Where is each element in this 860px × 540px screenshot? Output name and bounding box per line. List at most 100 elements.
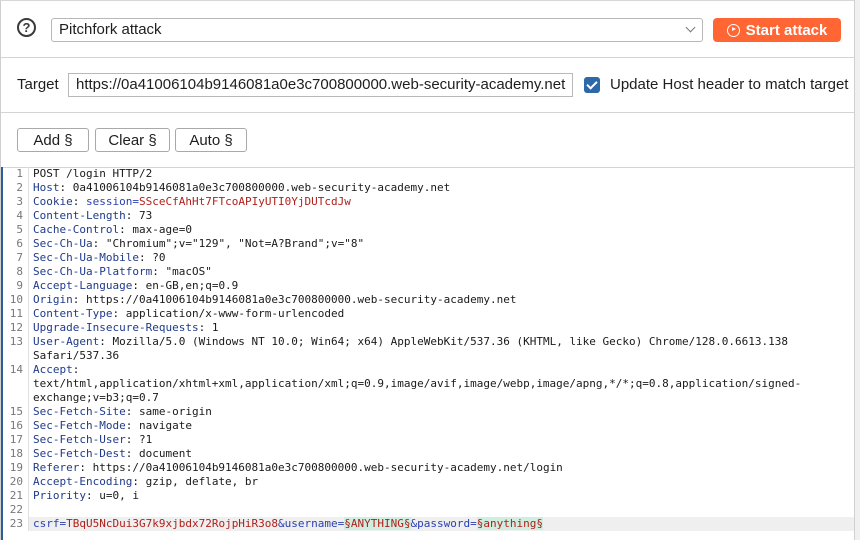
header-name: Origin — [33, 293, 73, 306]
header-value: "Chromium";v="129", "Not=A?Brand";v="8" — [99, 237, 365, 250]
header-separator: : — [72, 363, 80, 376]
request-line: 15 Sec-Fetch-Site: same-origin — [3, 405, 854, 419]
line-number: 7 — [3, 251, 29, 265]
header-name: User-Agent — [33, 335, 100, 348]
clear-markers-button[interactable]: Clear § — [95, 128, 170, 152]
play-circle-icon — [726, 23, 740, 37]
line-content — [29, 503, 33, 517]
intruder-positions-panel: ? Pitchfork attack Start attack Target h… — [0, 0, 855, 540]
header-separator: : — [152, 265, 159, 278]
line-content: Priority: u=0, i — [29, 489, 139, 503]
line-number: 2 — [3, 181, 29, 195]
payload-marker[interactable]: §ANYTHING§ — [344, 517, 411, 530]
request-line: 8 Sec-Ch-Ua-Platform: "macOS" — [3, 265, 854, 279]
update-host-label: Update Host header to match target — [610, 76, 849, 93]
line-number: 19 — [3, 461, 29, 475]
header-name: Referer — [33, 461, 80, 474]
request-line: 21 Priority: u=0, i — [3, 489, 854, 503]
request-line: 20 Accept-Encoding: gzip, deflate, br — [3, 475, 854, 489]
header-separator: : — [132, 279, 139, 292]
header-value: ?1 — [132, 433, 153, 446]
body-token: csrf= — [33, 517, 67, 530]
request-line-wrap: exchange;v=b3;q=0.7 — [3, 391, 854, 405]
line-number — [3, 391, 29, 405]
line-content: Upgrade-Insecure-Requests: 1 — [29, 321, 218, 335]
line-number — [3, 349, 29, 363]
line-number: 18 — [3, 447, 29, 461]
header-value: application/x-www-form-urlencoded — [119, 307, 345, 320]
line-number: 20 — [3, 475, 29, 489]
add-marker-button[interactable]: Add § — [17, 128, 89, 152]
request-line-wrap: text/html,application/xhtml+xml,applicat… — [3, 377, 854, 391]
header-name: Sec-Ch-Ua — [33, 237, 93, 250]
request-line-wrap: Safari/537.36 — [3, 349, 854, 363]
request-line: 9 Accept-Language: en-GB,en;q=0.9 — [3, 279, 854, 293]
target-label: Target — [17, 76, 59, 93]
line-number: 8 — [3, 265, 29, 279]
payload-marker[interactable]: §anything§ — [476, 517, 543, 530]
header-name: Cookie — [33, 195, 73, 208]
header-value: Mozilla/5.0 (Windows NT 10.0; Win64; x64… — [105, 335, 788, 348]
header-name: Upgrade-Insecure-Requests — [33, 321, 199, 334]
line-number: 4 — [3, 209, 29, 223]
attack-type-value: Pitchfork attack — [59, 21, 162, 38]
line-content: Origin: https://0a41006104b9146081a0e3c7… — [29, 293, 516, 307]
header-value: 1 — [205, 321, 219, 334]
line-content: Cookie: session=SSceCfAhHt7FTcoAPIyUTI0Y… — [29, 195, 351, 209]
header-name: Content-Type — [33, 307, 113, 320]
request-line: 7 Sec-Ch-Ua-Mobile: ?0 — [3, 251, 854, 265]
start-attack-button[interactable]: Start attack — [713, 18, 841, 42]
line-content: Safari/537.36 — [33, 349, 120, 362]
request-line: 18 Sec-Fetch-Dest: document — [3, 447, 854, 461]
line-content: Accept-Language: en-GB,en;q=0.9 — [29, 279, 238, 293]
line-number: 16 — [3, 419, 29, 433]
body-token: &password= — [410, 517, 477, 530]
line-number: 6 — [3, 237, 29, 251]
line-number: 9 — [3, 279, 29, 293]
attack-type-row: ? Pitchfork attack Start attack — [1, 1, 854, 58]
request-line: 1 POST /login HTTP/2 — [3, 167, 854, 181]
scrollbar[interactable] — [854, 0, 860, 540]
header-value: document — [132, 447, 192, 460]
question-circle-icon[interactable]: ? — [17, 18, 36, 37]
line-content: Sec-Fetch-User: ?1 — [29, 433, 152, 447]
header-separator: : — [138, 251, 146, 264]
body-token: &username= — [278, 517, 345, 530]
line-content: Accept-Encoding: gzip, deflate, br — [29, 475, 258, 489]
request-line: 3 Cookie: session=SSceCfAhHt7FTcoAPIyUTI0… — [3, 195, 854, 209]
line-number: 14 — [3, 363, 29, 377]
target-url-input[interactable]: https://0a41006104b9146081a0e3c700800000… — [68, 73, 573, 97]
header-name: Sec-Fetch-User — [33, 433, 126, 446]
line-number: 21 — [3, 489, 29, 503]
header-name: Host — [33, 181, 60, 194]
line-content: Sec-Ch-Ua: "Chromium";v="129", "Not=A?Br… — [29, 237, 364, 251]
header-name: Accept-Encoding — [33, 475, 133, 488]
request-line: 19 Referer: https://0a41006104b9146081a0e… — [3, 461, 854, 475]
request-line: 10 Origin: https://0a41006104b9146081a0e3… — [3, 293, 854, 307]
header-value: u=0, i — [92, 489, 139, 502]
header-name: Sec-Fetch-Site — [33, 405, 126, 418]
line-number: 3 — [3, 195, 29, 209]
line-content: Sec-Ch-Ua-Mobile: ?0 — [29, 251, 165, 265]
auto-markers-button[interactable]: Auto § — [175, 128, 247, 152]
line-content: Referer: https://0a41006104b9146081a0e3c… — [29, 461, 563, 475]
header-value: 73 — [132, 209, 153, 222]
header-name: Cache-Control — [33, 223, 120, 236]
header-name: Priority — [33, 489, 86, 502]
header-separator: : — [132, 475, 139, 488]
request-line: 23 csrf=TBqU5NcDui3G7k9xjbdx72RojpHiR3o8&… — [3, 517, 854, 531]
header-value: 0a41006104b9146081a0e3c700800000.web-sec… — [66, 181, 451, 194]
header-value: gzip, deflate, br — [138, 475, 259, 488]
line-number: 5 — [3, 223, 29, 237]
request-line: 16 Sec-Fetch-Mode: navigate — [3, 419, 854, 433]
attack-type-select[interactable]: Pitchfork attack — [51, 18, 703, 42]
update-host-checkbox[interactable] — [584, 77, 600, 93]
request-line: 14 Accept: — [3, 363, 854, 377]
line-number: 23 — [3, 517, 29, 531]
line-content: Sec-Fetch-Mode: navigate — [29, 419, 192, 433]
line-number: 12 — [3, 321, 29, 335]
line-number: 15 — [3, 405, 29, 419]
request-editor[interactable]: 1 POST /login HTTP/2 2 Host: 0a41006104b914… — [1, 167, 854, 540]
line-content: Content-Type: application/x-www-form-url… — [29, 307, 344, 321]
line-content: text/html,application/xhtml+xml,applicat… — [33, 377, 802, 390]
